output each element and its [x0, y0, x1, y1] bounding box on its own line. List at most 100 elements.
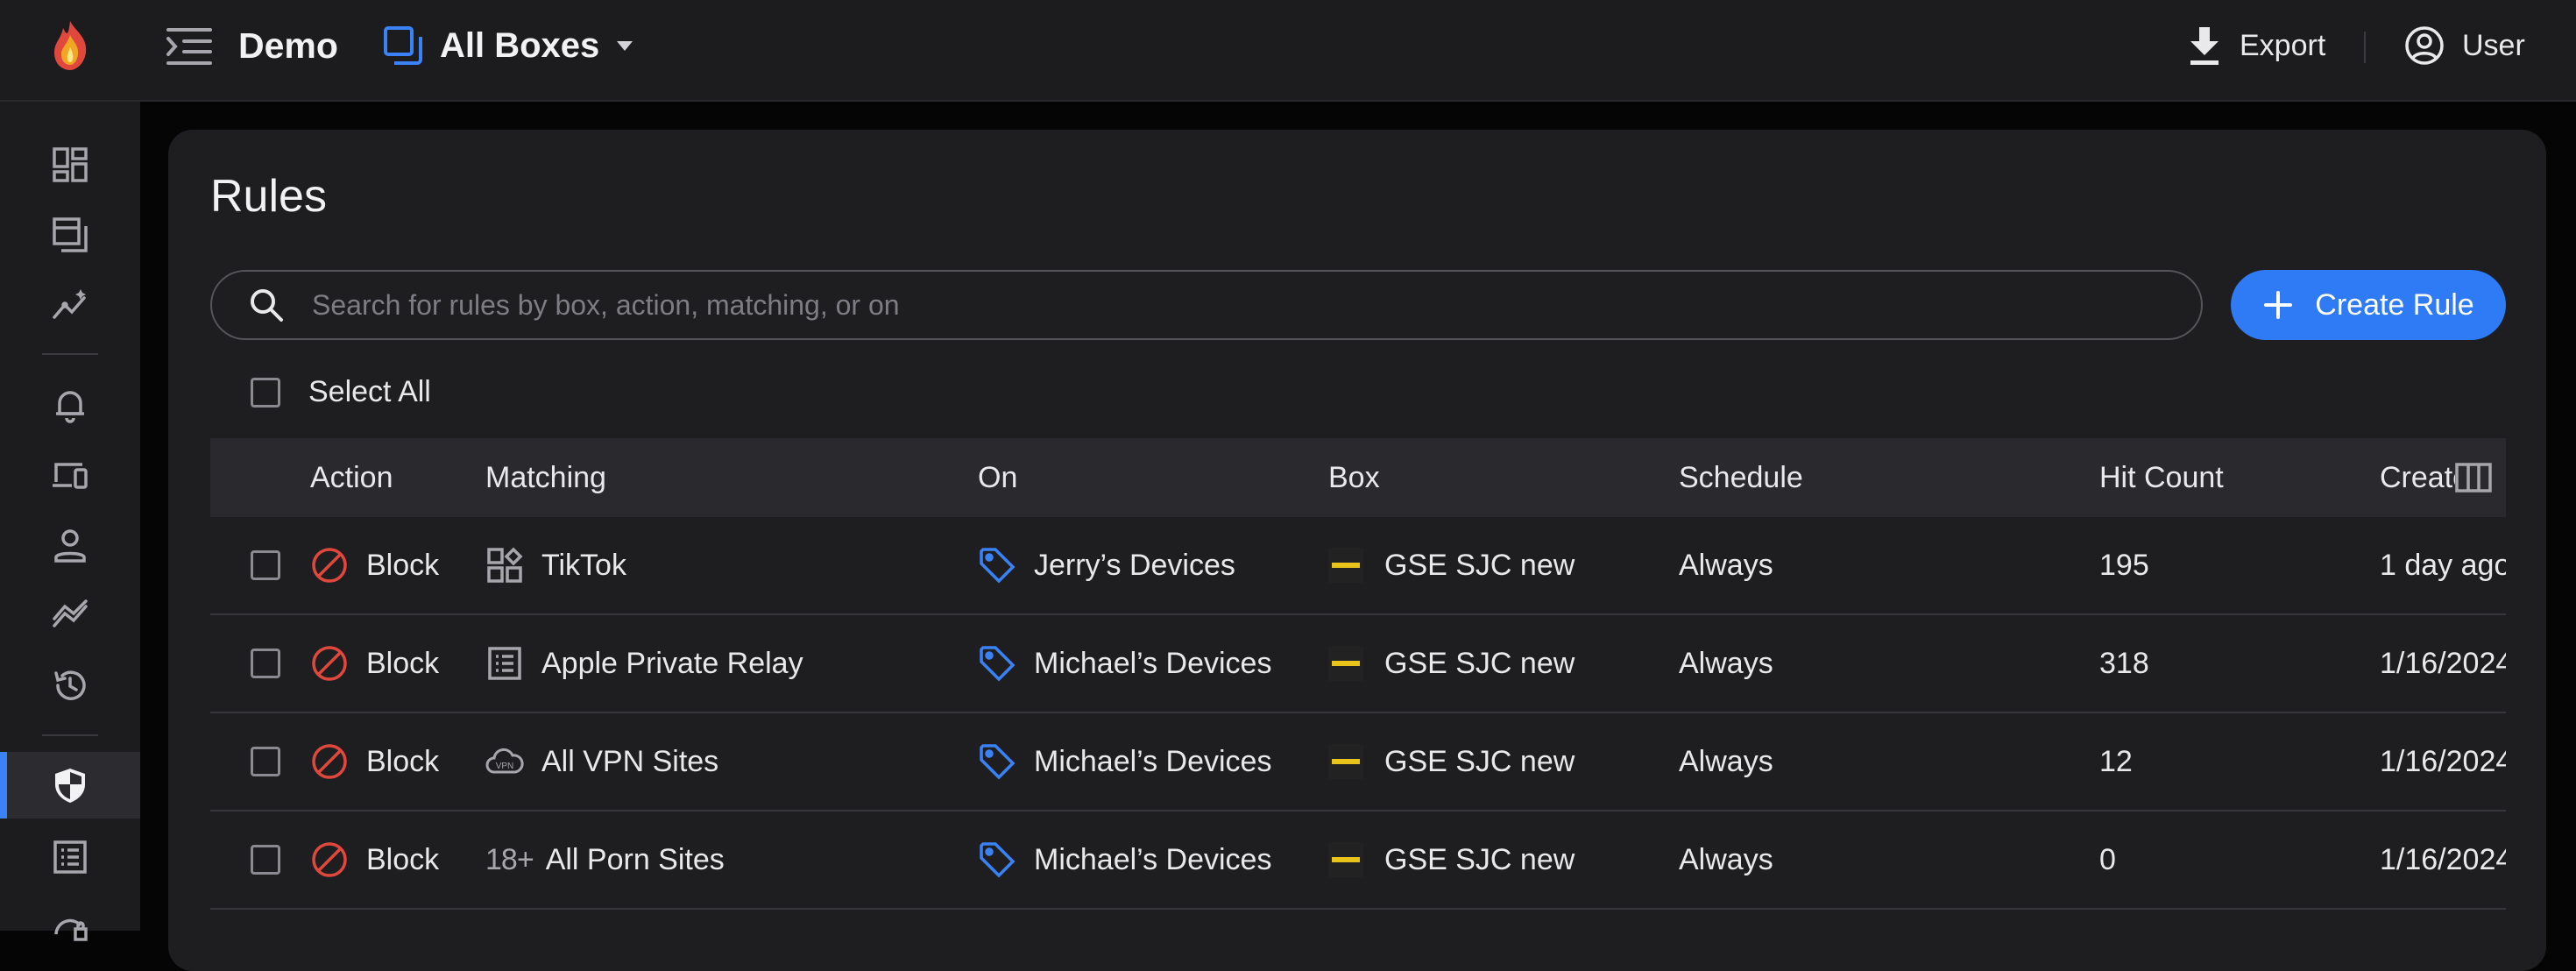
- box-device-icon: [1328, 646, 1363, 681]
- columns-settings-icon[interactable]: [2453, 457, 2494, 498]
- matching-cell: Apple Private Relay: [485, 615, 803, 712]
- on-cell: Michael’s Devices: [978, 713, 1271, 810]
- boxes-icon: [53, 217, 88, 252]
- page-title: Rules: [210, 171, 327, 222]
- matching-label: TikTok: [541, 548, 626, 582]
- matching-cell: TikTok: [485, 517, 626, 613]
- bell-icon: [56, 391, 84, 423]
- row-check-cell: [251, 517, 280, 613]
- collapse-menu-icon[interactable]: [165, 25, 214, 68]
- row-checkbox[interactable]: [251, 649, 280, 678]
- adult-icon: 18+: [485, 842, 534, 876]
- schedule-cell: Always: [1679, 842, 1773, 876]
- matching-cell: 18+ All Porn Sites: [485, 812, 725, 908]
- user-label: User: [2462, 28, 2525, 62]
- matching-cell: VPN All VPN Sites: [485, 713, 718, 810]
- box-cell: GSE SJC new: [1328, 517, 1575, 613]
- select-all-label: Select All: [308, 375, 431, 408]
- nav-rules[interactable]: [0, 752, 140, 819]
- nav-devices[interactable]: [0, 442, 140, 508]
- action-label: Block: [366, 842, 440, 876]
- box-selector-label: All Boxes: [440, 25, 600, 65]
- matching-label: All VPN Sites: [541, 744, 719, 778]
- on-label: Michael’s Devices: [1034, 842, 1272, 876]
- sidebar-divider: [42, 734, 98, 736]
- table-row[interactable]: Block Apple Private Relay Michael’s Devi…: [210, 615, 2506, 713]
- block-icon: [312, 548, 347, 583]
- box-device-icon: [1328, 744, 1363, 779]
- column-header-created[interactable]: Created: [2380, 438, 2455, 517]
- column-header-box[interactable]: Box: [1328, 438, 1380, 517]
- tag-icon: [980, 744, 1016, 780]
- svg-text:VPN: VPN: [496, 762, 514, 771]
- table-row[interactable]: Block VPN All VPN Sites Michael’s Device…: [210, 713, 2506, 812]
- nav-insights[interactable]: [0, 272, 140, 338]
- topbar-divider: [2364, 32, 2366, 63]
- select-all-checkbox[interactable]: [251, 377, 280, 408]
- search-bar: [210, 270, 2203, 340]
- sidebar: [0, 102, 140, 941]
- create-rule-label: Create Rule: [2315, 287, 2474, 322]
- on-label: Michael’s Devices: [1034, 646, 1272, 680]
- nav-boxes[interactable]: [0, 202, 140, 268]
- action-cell: Block: [310, 615, 439, 712]
- app-icon: [487, 547, 523, 583]
- column-header-matching[interactable]: Matching: [485, 438, 606, 517]
- nav-alarms[interactable]: [0, 372, 140, 438]
- user-menu-button[interactable]: User: [2404, 19, 2525, 72]
- box-label: GSE SJC new: [1384, 548, 1575, 582]
- on-label: Jerry’s Devices: [1034, 548, 1235, 582]
- vpn-icon: [54, 918, 88, 941]
- rules-table: Action Matching On Box Schedule Hit Coun…: [210, 438, 2506, 971]
- devices-icon: [53, 463, 88, 489]
- on-cell: Jerry’s Devices: [978, 517, 1235, 613]
- row-checkbox[interactable]: [251, 845, 280, 875]
- column-header-hit-count[interactable]: Hit Count: [2099, 438, 2224, 517]
- tag-icon: [980, 842, 1016, 878]
- row-check-cell: [251, 615, 280, 712]
- box-cell: GSE SJC new: [1328, 713, 1575, 810]
- action-cell: Block: [310, 812, 439, 908]
- search-input[interactable]: [310, 287, 2201, 322]
- table-row[interactable]: Block TikTok Jerry’s Devices GSE SJC new…: [210, 517, 2506, 615]
- nav-vpn[interactable]: [0, 894, 140, 960]
- row-check-cell: [251, 812, 280, 908]
- action-label: Block: [366, 744, 440, 778]
- column-header-schedule[interactable]: Schedule: [1679, 438, 1803, 517]
- nav-history[interactable]: [0, 652, 140, 719]
- export-button[interactable]: Export: [2187, 19, 2325, 72]
- matching-label: Apple Private Relay: [541, 646, 803, 680]
- rules-card: Rules Create Rule Select All Action Matc…: [168, 130, 2546, 971]
- app-title: Demo: [238, 25, 338, 66]
- row-checkbox[interactable]: [251, 550, 280, 580]
- sidebar-divider: [42, 353, 98, 355]
- schedule-cell: Always: [1679, 548, 1773, 582]
- created-cell: 1 day ago: [2380, 548, 2506, 582]
- box-cell: GSE SJC new: [1328, 812, 1575, 908]
- chevron-down-icon: [617, 41, 633, 51]
- create-rule-button[interactable]: Create Rule: [2231, 270, 2506, 340]
- box-label: GSE SJC new: [1384, 646, 1575, 680]
- search-icon: [251, 289, 283, 322]
- box-selector-dropdown[interactable]: All Boxes: [382, 19, 636, 72]
- schedule-cell: Always: [1679, 646, 1773, 680]
- nav-users[interactable]: [0, 512, 140, 578]
- created-cell: 1/16/2024: [2380, 842, 2506, 876]
- list-icon: [488, 647, 521, 680]
- hit-count-cell: 0: [2099, 842, 2116, 876]
- table-row[interactable]: Block 18+ All Porn Sites Michael’s Devic…: [210, 812, 2506, 910]
- vpn-cloud-icon: VPN: [485, 748, 524, 774]
- column-header-on[interactable]: On: [978, 438, 1017, 517]
- column-header-action[interactable]: Action: [310, 438, 393, 517]
- nav-flows[interactable]: [0, 582, 140, 649]
- box-label: GSE SJC new: [1384, 744, 1575, 778]
- block-icon: [312, 744, 347, 779]
- export-label: Export: [2240, 28, 2326, 62]
- firewalla-logo-icon[interactable]: [49, 19, 91, 72]
- boxes-icon: [384, 26, 422, 65]
- row-checkbox[interactable]: [251, 747, 280, 776]
- nav-dashboard[interactable]: [0, 131, 140, 198]
- block-icon: [312, 842, 347, 877]
- plus-icon: [2264, 291, 2293, 319]
- nav-logs[interactable]: [0, 824, 140, 890]
